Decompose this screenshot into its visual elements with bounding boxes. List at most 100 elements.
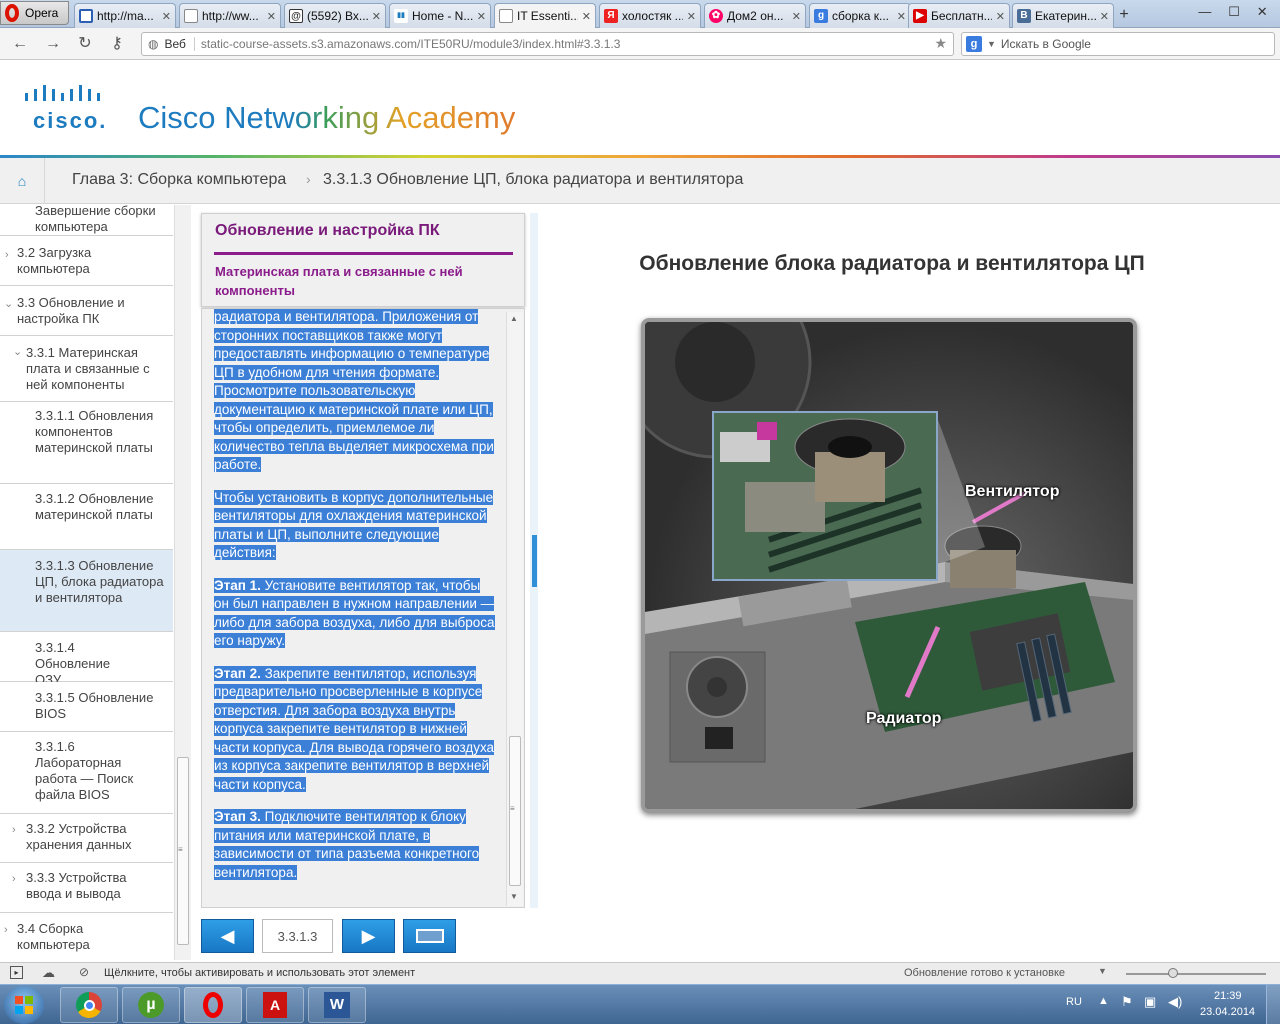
new-tab-button[interactable]: + bbox=[1113, 5, 1135, 25]
network-icon[interactable]: ▣ bbox=[1144, 994, 1156, 1010]
academy-title-text: Cisco Networking Academy bbox=[138, 100, 516, 135]
chevron-down-icon[interactable]: ▼ bbox=[987, 39, 996, 49]
close-tab-icon[interactable]: ✕ bbox=[477, 10, 486, 23]
taskbar-opera[interactable] bbox=[184, 987, 242, 1023]
key-icon[interactable]: ⚷ bbox=[106, 33, 128, 55]
link-icon bbox=[79, 9, 93, 23]
minimize-icon[interactable]: — bbox=[1198, 4, 1211, 24]
bookmark-star-icon[interactable]: ★ bbox=[934, 35, 947, 52]
flag-icon[interactable]: ⚑ bbox=[1121, 994, 1133, 1010]
nav-item[interactable]: 3.3.1.1 Обновления компонентов материнск… bbox=[0, 402, 173, 484]
close-tab-icon[interactable]: ✕ bbox=[1100, 10, 1109, 23]
fullscreen-button[interactable] bbox=[403, 919, 456, 953]
address-bar[interactable]: ◍ Веб static-course-assets.s3.amazonaws.… bbox=[141, 32, 954, 56]
show-desktop-button[interactable] bbox=[1266, 985, 1280, 1024]
zoom-slider-thumb[interactable] bbox=[1168, 968, 1178, 978]
clock-date[interactable]: 23.04.2014 bbox=[1200, 1006, 1255, 1018]
maximize-icon[interactable]: ☐ bbox=[1228, 4, 1240, 24]
volume-icon[interactable]: ◀) bbox=[1168, 994, 1182, 1010]
nav-item[interactable]: › 3.4 Сборка компьютера bbox=[0, 913, 173, 960]
browser-tab[interactable]: @ (5592) Вх... ✕ bbox=[284, 3, 386, 28]
content-text-box[interactable]: радиатора и вентилятора. Приложения от с… bbox=[201, 308, 525, 908]
browser-tab[interactable]: http://ww... ✕ bbox=[179, 3, 281, 28]
content-text: радиатора и вентилятора. Приложения от с… bbox=[214, 309, 498, 896]
address-prefix: Веб bbox=[164, 37, 195, 51]
next-page-button[interactable]: ▶ bbox=[342, 919, 395, 953]
close-tab-icon[interactable]: ✕ bbox=[687, 10, 696, 23]
close-tab-icon[interactable]: ✕ bbox=[996, 10, 1005, 23]
panel-edge-marker[interactable] bbox=[532, 535, 537, 587]
academy-title[interactable]: Cisco Networking Academy bbox=[138, 100, 515, 136]
taskbar-acrobat[interactable]: A bbox=[246, 987, 304, 1023]
page-number[interactable]: 3.3.1.3 bbox=[262, 919, 333, 953]
language-indicator[interactable]: RU bbox=[1066, 996, 1082, 1008]
reload-icon[interactable]: ↻ bbox=[74, 33, 96, 55]
pc-case-drawing bbox=[645, 322, 1133, 809]
nav-item-selected[interactable]: 3.3.1.3 Обновление ЦП, блока радиатора и… bbox=[0, 550, 173, 632]
nav-item[interactable]: › 3.3.2 Устройства хранения данных bbox=[0, 814, 173, 863]
prev-page-button[interactable]: ◀ bbox=[201, 919, 254, 953]
search-placeholder: Искать в Google bbox=[1000, 37, 1091, 51]
breadcrumb-page: 3.3.1.3 Обновление ЦП, блока радиатора и… bbox=[323, 171, 744, 188]
nav-item[interactable]: 3.3.1.4 Обновление ОЗУ bbox=[0, 632, 173, 687]
search-box[interactable]: g ▼ Искать в Google bbox=[961, 32, 1275, 56]
start-button[interactable] bbox=[4, 986, 44, 1024]
pc-case-illustration[interactable]: Вентилятор Радиатор bbox=[641, 318, 1137, 813]
close-tab-icon[interactable]: ✕ bbox=[267, 10, 276, 23]
scroll-down-icon[interactable]: ▼ bbox=[510, 892, 518, 901]
taskbar-utorrent[interactable]: µ bbox=[122, 987, 180, 1023]
step-label: Этап 3. bbox=[214, 809, 261, 824]
browser-tab[interactable]: B Екатерин... ✕ bbox=[1012, 3, 1114, 28]
zoom-slider[interactable] bbox=[1126, 968, 1266, 978]
browser-tab[interactable]: ▮▮ Home - N... ✕ bbox=[389, 3, 491, 28]
nav-item[interactable]: 3.3.1.2 Обновление материнской платы bbox=[0, 484, 173, 550]
browser-tab[interactable]: ✿ Дом2 он... ✕ bbox=[704, 3, 806, 28]
browser-tab[interactable]: g сборка к... ✕ bbox=[809, 3, 911, 28]
home-icon: ⌂ bbox=[17, 173, 27, 189]
close-tab-icon[interactable]: ✕ bbox=[897, 10, 906, 23]
text-scrollbar[interactable]: ▲ ≡ ▼ bbox=[506, 312, 523, 906]
forward-arrow-icon[interactable]: → bbox=[42, 33, 64, 55]
breadcrumb-chapter[interactable]: Глава 3: Сборка компьютера bbox=[72, 171, 286, 189]
step-label: Этап 2. bbox=[214, 665, 261, 681]
utorrent-icon: µ bbox=[138, 992, 164, 1018]
opera-menu-button[interactable]: Opera bbox=[0, 1, 69, 25]
nav-item[interactable]: ⌄ 3.3.1 Материнская плата и связанные с н… bbox=[0, 336, 173, 402]
close-window-icon[interactable]: ✕ bbox=[1257, 4, 1268, 24]
cloud-icon[interactable]: ☁ bbox=[42, 965, 55, 981]
browser-tab-bar: Opera http://ma... ✕ http://ww... ✕ @ (5592… bbox=[0, 0, 1280, 28]
browser-tab-active[interactable]: IT Essenti... ✕ bbox=[494, 3, 596, 28]
nav-item[interactable]: › 3.3.3 Устройства ввода и вывода bbox=[0, 863, 173, 913]
close-tab-icon[interactable]: ✕ bbox=[372, 10, 381, 23]
nav-item[interactable]: Завершение сборки компьютера bbox=[0, 205, 173, 236]
back-arrow-icon[interactable]: ← bbox=[9, 33, 31, 55]
block-icon[interactable]: ⊘ bbox=[79, 965, 89, 979]
home-button[interactable]: ⌂ bbox=[0, 158, 45, 204]
panel-toggle-icon[interactable]: ▸ bbox=[10, 966, 23, 979]
browser-tab[interactable]: Яхолостяк ... ✕ bbox=[599, 3, 701, 28]
section-title: Обновление и настройка ПК bbox=[215, 222, 440, 239]
scroll-up-icon[interactable]: ▲ bbox=[510, 314, 518, 323]
breadcrumb: ⌂ Глава 3: Сборка компьютера › 3.3.1.3 О… bbox=[0, 158, 1280, 204]
chevron-right-icon: › bbox=[12, 873, 16, 885]
update-message[interactable]: Обновление готово к установке bbox=[904, 967, 1065, 979]
browser-tab[interactable]: http://ma... ✕ bbox=[74, 3, 176, 28]
close-tab-icon[interactable]: ✕ bbox=[162, 10, 171, 23]
nav-item[interactable]: ⌄ 3.3 Обновление и настройка ПК bbox=[0, 286, 173, 336]
clock-time[interactable]: 21:39 bbox=[1214, 990, 1242, 1002]
taskbar-word[interactable]: W bbox=[308, 987, 366, 1023]
nav-item[interactable]: 3.3.1.6 Лабораторная работа — Поиск файл… bbox=[0, 732, 173, 814]
tray-expand-icon[interactable]: ▲ bbox=[1098, 995, 1109, 1007]
address-url[interactable]: static-course-assets.s3.amazonaws.com/IT… bbox=[201, 37, 621, 51]
chevron-down-icon: ⌄ bbox=[4, 298, 14, 310]
chevron-down-icon: ⌄ bbox=[13, 346, 23, 358]
nav-item[interactable]: › 3.2 Загрузка компьютера bbox=[0, 236, 173, 286]
vk-icon: B bbox=[1017, 9, 1031, 23]
browser-tab[interactable]: ▶ Бесплатн... ✕ bbox=[908, 3, 1010, 28]
close-tab-icon[interactable]: ✕ bbox=[792, 10, 801, 23]
taskbar-chrome[interactable] bbox=[60, 987, 118, 1023]
chevron-down-icon[interactable]: ▼ bbox=[1098, 966, 1107, 976]
nav-item[interactable]: 3.3.1.5 Обновление BIOS bbox=[0, 682, 173, 732]
close-tab-icon[interactable]: ✕ bbox=[582, 10, 591, 23]
nav-scrollbar[interactable]: ≡ bbox=[174, 205, 191, 960]
